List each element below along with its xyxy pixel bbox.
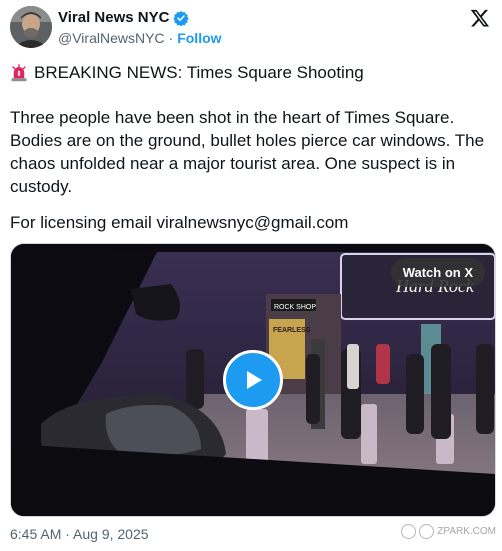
play-icon bbox=[247, 371, 262, 389]
sign-rock-shop: ROCK SHOP bbox=[274, 304, 316, 311]
follow-button[interactable]: Follow bbox=[177, 30, 221, 46]
avatar[interactable] bbox=[10, 6, 52, 48]
sign-fearless: FEARLESS bbox=[273, 327, 311, 334]
handle-row: @ViralNewsNYC · Follow bbox=[58, 30, 222, 46]
x-logo-icon[interactable] bbox=[470, 8, 490, 28]
post-timestamp[interactable]: 6:45 AM · Aug 9, 2025 bbox=[10, 526, 149, 542]
author-display-name[interactable]: Viral News NYC bbox=[58, 9, 169, 26]
tweet-card: Viral News NYC @ViralNewsNYC · Follow BR… bbox=[0, 0, 502, 551]
author-name[interactable]: Viral News NYC bbox=[58, 9, 190, 26]
play-button[interactable] bbox=[223, 350, 283, 410]
watermark-circle bbox=[401, 524, 417, 539]
author-handle[interactable]: @ViralNewsNYC bbox=[58, 30, 165, 46]
watermark-text: ZPARK.COM bbox=[437, 526, 496, 537]
watermark-circle bbox=[419, 524, 435, 539]
watermark: ZPARK.COM bbox=[401, 524, 496, 539]
licensing-text: For licensing email viralnewsnyc@gmail.c… bbox=[10, 213, 349, 232]
post-headline: BREAKING NEWS: Times Square Shooting bbox=[10, 62, 364, 84]
watch-on-x-button[interactable]: Watch on X bbox=[390, 258, 485, 287]
post-body: Three people have been shot in the heart… bbox=[10, 108, 485, 196]
separator-dot: · bbox=[168, 30, 174, 46]
headline-text: BREAKING NEWS: Times Square Shooting bbox=[34, 63, 364, 82]
video-player[interactable]: Hard Rock ROCK SHOP FEARLESS bbox=[10, 243, 496, 517]
siren-icon bbox=[11, 64, 27, 82]
avatar-image bbox=[10, 6, 52, 48]
verified-badge-icon bbox=[173, 10, 190, 26]
